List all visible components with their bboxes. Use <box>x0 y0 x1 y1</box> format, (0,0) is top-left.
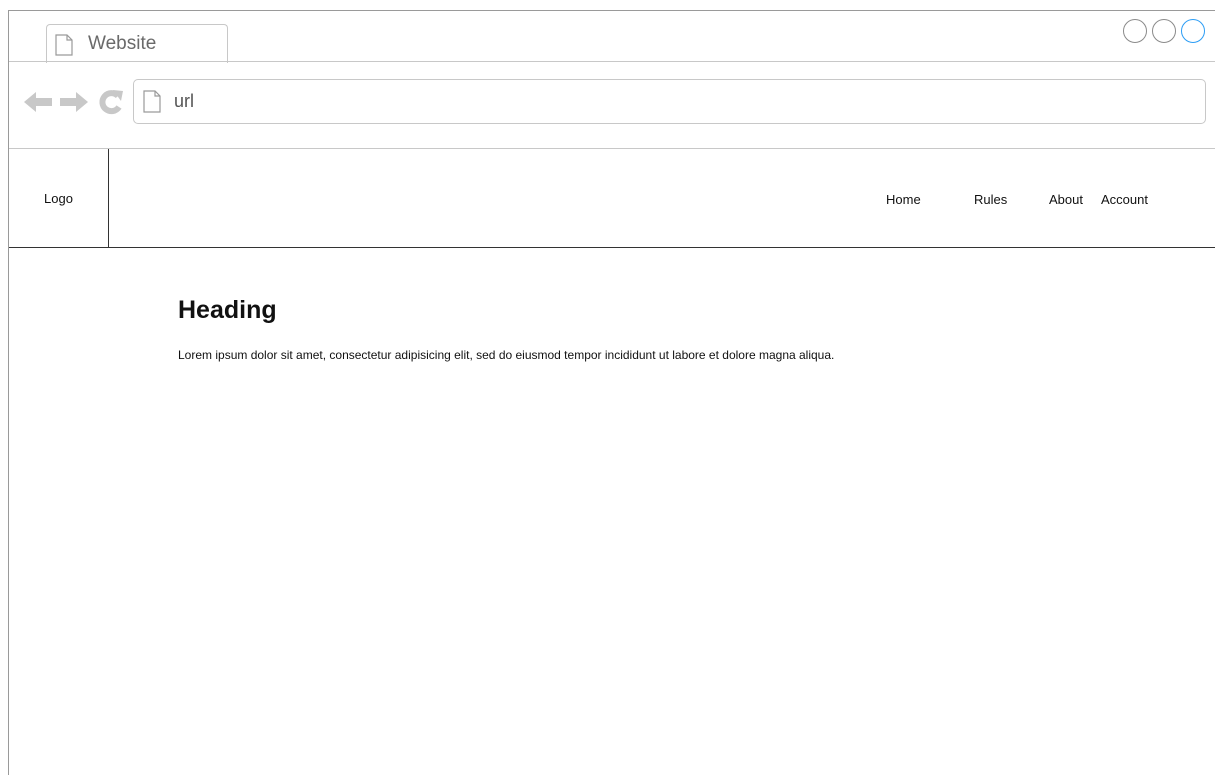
browser-window: Website url Logo Home Rules About Accoun… <box>8 10 1215 775</box>
page-icon <box>55 34 73 61</box>
nav-link-about[interactable]: About <box>1049 192 1083 207</box>
page-icon <box>143 90 161 118</box>
window-controls <box>1123 19 1215 47</box>
nav-link-account[interactable]: Account <box>1101 192 1148 207</box>
address-bar-row: url <box>9 62 1215 148</box>
reload-icon[interactable] <box>98 88 124 121</box>
maximize-button[interactable] <box>1152 19 1176 43</box>
tab-title: Website <box>88 33 157 54</box>
nav-link-home[interactable]: Home <box>886 192 921 207</box>
url-input[interactable]: url <box>133 79 1206 124</box>
page-heading: Heading <box>178 296 277 324</box>
body-paragraph: Lorem ipsum dolor sit amet, consectetur … <box>178 348 835 362</box>
minimize-button[interactable] <box>1123 19 1147 43</box>
forward-arrow-icon[interactable] <box>59 89 89 120</box>
url-text: url <box>174 91 195 111</box>
browser-tab[interactable]: Website <box>46 24 228 63</box>
tab-strip: Website <box>9 11 1215 63</box>
site-header: Logo Home Rules About Account <box>9 149 1215 248</box>
nav-link-rules[interactable]: Rules <box>974 192 1007 207</box>
close-button[interactable] <box>1181 19 1205 43</box>
back-arrow-icon[interactable] <box>23 89 53 120</box>
logo[interactable]: Logo <box>9 149 109 248</box>
